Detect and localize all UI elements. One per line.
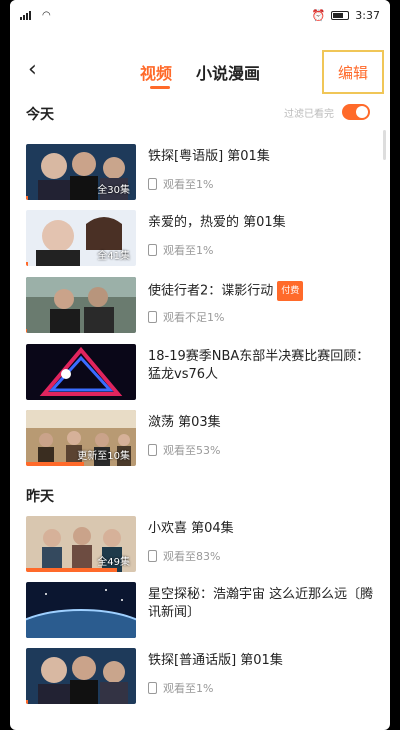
video-title: 铁探[普通话版] 第01集 xyxy=(148,653,283,668)
scrollbar[interactable] xyxy=(383,130,386,160)
video-thumbnail[interactable] xyxy=(26,344,136,400)
tab-video[interactable]: 视频 xyxy=(140,60,172,84)
section-title-today: 今天 xyxy=(26,107,54,123)
watch-progress-bar xyxy=(26,568,117,572)
video-title: 使徒行者2：谍影行动 付费 xyxy=(148,281,378,301)
video-title: 潋荡 第03集 xyxy=(148,415,221,430)
back-chevron-icon[interactable]: ‹ xyxy=(28,58,37,82)
watch-progress-bar xyxy=(26,462,84,466)
episode-count: 全49集 xyxy=(97,557,130,568)
battery-icon xyxy=(331,10,350,20)
video-thumbnail[interactable] xyxy=(26,277,136,333)
history-item[interactable]: 星空探秘：浩瀚宇宙 这么近那么远〔腾讯新闻〕 xyxy=(26,582,376,638)
filter-label: 过滤已看完 xyxy=(284,108,334,120)
history-item[interactable]: 更新至10集 潋荡 第03集 观看至53% xyxy=(26,410,376,466)
phone-icon xyxy=(148,682,157,694)
wifi-icon: ◠ xyxy=(42,9,51,21)
history-item[interactable]: 全30集 铁探[粤语版] 第01集 观看至1% xyxy=(26,144,376,200)
video-title: 小欢喜 第04集 xyxy=(148,521,234,536)
status-bar: ◠ ⏰ 3:37 xyxy=(10,0,390,30)
video-title: 星空探秘：浩瀚宇宙 这么近那么远〔腾讯新闻〕 xyxy=(148,587,374,620)
watch-progress: 观看至53% xyxy=(148,442,220,458)
video-thumbnail[interactable]: 全49集 xyxy=(26,516,136,572)
watch-progress: 观看至83% xyxy=(148,548,220,564)
progress-text: 观看至1% xyxy=(163,244,214,257)
history-item[interactable]: 铁探[普通话版] 第01集 观看至1% xyxy=(26,648,376,704)
history-item[interactable]: 18-19赛季NBA东部半决赛比赛回顾：猛龙vs76人 xyxy=(26,344,376,400)
progress-text: 观看至83% xyxy=(163,550,221,563)
alarm-icon: ⏰ xyxy=(311,8,326,22)
video-title-text: 使徒行者2：谍影行动 xyxy=(148,283,274,299)
tab-novel-comic[interactable]: 小说漫画 xyxy=(196,60,260,84)
video-thumbnail[interactable]: 全41集 xyxy=(26,210,136,266)
phone-icon xyxy=(148,550,157,562)
filter-watched-toggle-row: 过滤已看完 xyxy=(284,104,370,120)
progress-text: 观看至53% xyxy=(163,444,221,457)
status-left: ◠ xyxy=(20,10,51,21)
video-thumbnail[interactable]: 全30集 xyxy=(26,144,136,200)
episode-count: 全41集 xyxy=(97,251,130,262)
video-thumbnail[interactable] xyxy=(26,648,136,704)
progress-text: 观看至1% xyxy=(163,178,214,191)
history-item[interactable]: 全41集 亲爱的，热爱的 第01集 观看至1% xyxy=(26,210,376,266)
history-item[interactable]: 使徒行者2：谍影行动 付费 观看不足1% xyxy=(26,277,376,333)
edit-button[interactable]: 编辑 xyxy=(322,50,384,94)
watch-progress: 观看至1% xyxy=(148,176,213,192)
section-title-yesterday: 昨天 xyxy=(26,489,54,505)
paid-badge: 付费 xyxy=(277,281,304,301)
progress-text: 观看不足1% xyxy=(163,311,225,324)
video-thumbnail[interactable] xyxy=(26,582,136,638)
filter-toggle-switch[interactable] xyxy=(342,104,370,120)
history-header: ‹ 视频 小说漫画 编辑 xyxy=(10,48,390,94)
watch-progress-bar xyxy=(26,329,27,333)
phone-icon xyxy=(148,244,157,256)
watch-progress-bar xyxy=(26,262,28,266)
video-title: 铁探[粤语版] 第01集 xyxy=(148,149,270,164)
history-item[interactable]: 全49集 小欢喜 第04集 观看至83% xyxy=(26,516,376,572)
video-title: 亲爱的，热爱的 第01集 xyxy=(148,215,286,230)
phone-icon xyxy=(148,178,157,190)
signal-icon xyxy=(20,10,36,20)
phone-icon xyxy=(148,311,157,323)
watch-progress: 观看不足1% xyxy=(148,309,224,325)
episode-count: 全30集 xyxy=(97,185,130,196)
phone-screen: ◠ ⏰ 3:37 ‹ 视频 小说漫画 编辑 今天 过滤已看完 全30集 铁探[粤… xyxy=(10,0,390,730)
watch-progress: 观看至1% xyxy=(148,242,213,258)
video-title: 18-19赛季NBA东部半决赛比赛回顾：猛龙vs76人 xyxy=(148,349,370,382)
watch-progress: 观看至1% xyxy=(148,680,213,696)
video-thumbnail[interactable]: 更新至10集 xyxy=(26,410,136,466)
episode-count: 更新至10集 xyxy=(77,451,130,462)
watch-progress-bar xyxy=(26,196,28,200)
status-right: ⏰ 3:37 xyxy=(312,9,380,22)
watch-progress-bar xyxy=(26,700,28,704)
progress-text: 观看至1% xyxy=(163,682,214,695)
tab-active-underline xyxy=(150,86,170,89)
phone-icon xyxy=(148,444,157,456)
status-time: 3:37 xyxy=(355,8,380,22)
